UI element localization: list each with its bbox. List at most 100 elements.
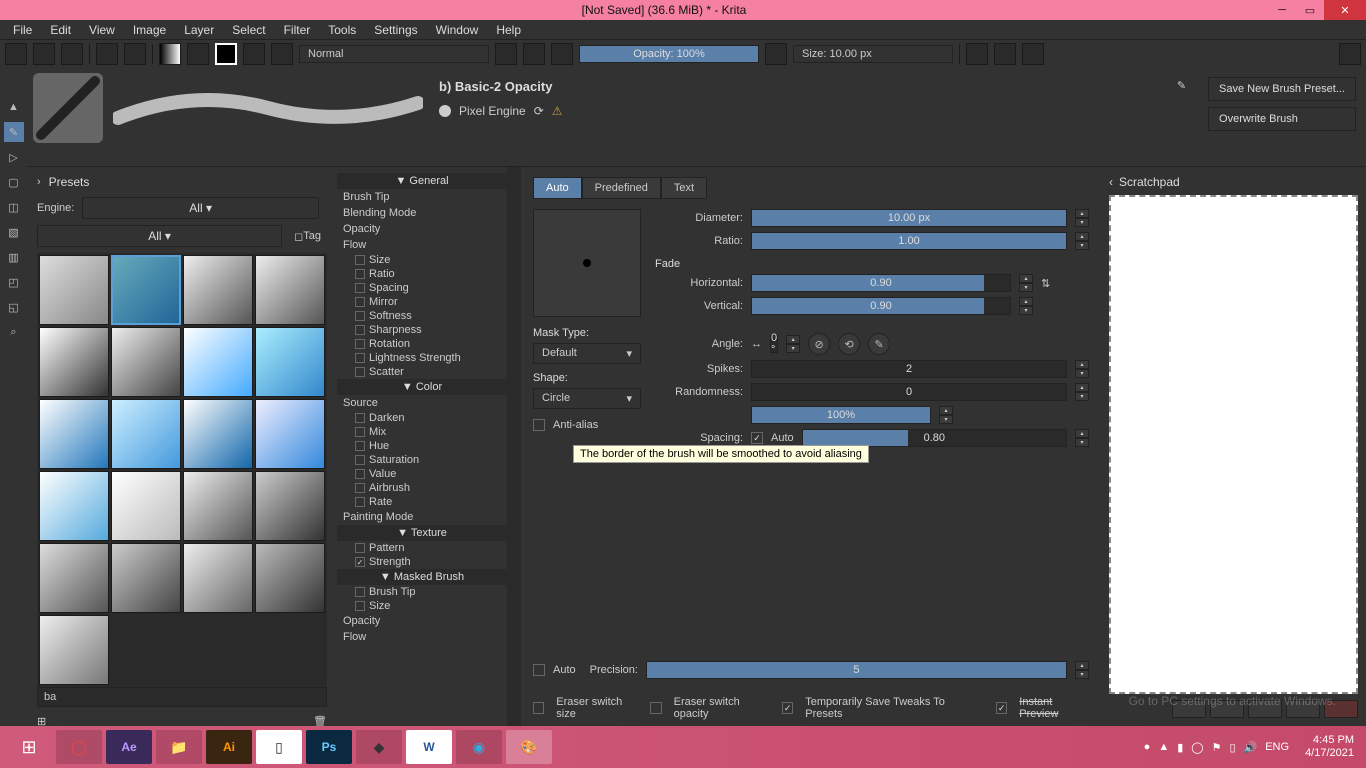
menu-settings[interactable]: Settings: [366, 21, 425, 39]
angle-lock-icon[interactable]: ✎: [868, 333, 890, 355]
new-button[interactable]: [5, 43, 27, 65]
precision-spinner[interactable]: ▴▾: [1075, 661, 1089, 679]
tab-auto[interactable]: Auto: [533, 177, 582, 199]
spacing-spinner[interactable]: ▴▾: [1075, 429, 1089, 447]
save-button[interactable]: [61, 43, 83, 65]
scratchpad-gradient-icon[interactable]: [1248, 700, 1282, 718]
precision-auto-checkbox[interactable]: [533, 664, 545, 676]
link-icon[interactable]: ⇅: [1041, 277, 1057, 290]
brush-button[interactable]: [243, 43, 265, 65]
start-button[interactable]: ⊞: [6, 730, 52, 764]
tree-item[interactable]: Mix: [337, 425, 507, 439]
scratchpad-collapse-icon[interactable]: ‹: [1109, 175, 1113, 189]
fill-tool[interactable]: ▧: [4, 222, 24, 242]
preset-item[interactable]: [39, 399, 109, 469]
pattern-button[interactable]: [187, 43, 209, 65]
taskbar-word[interactable]: W: [406, 730, 452, 764]
tag-combo[interactable]: All ▾: [37, 225, 282, 247]
tray-icon[interactable]: ●: [1144, 741, 1151, 753]
taskbar-inkscape[interactable]: ◆: [356, 730, 402, 764]
vertical-slider[interactable]: 0.90: [751, 297, 1011, 315]
delete-preset-icon[interactable]: 🗑: [313, 715, 327, 726]
tree-item[interactable]: Brush Tip: [337, 585, 507, 599]
instant-preview-checkbox[interactable]: [996, 702, 1007, 714]
close-button[interactable]: ✕: [1324, 0, 1366, 20]
menu-view[interactable]: View: [81, 21, 123, 39]
gradient-button[interactable]: [159, 43, 181, 65]
tree-item[interactable]: Pattern: [337, 541, 507, 555]
undo-button[interactable]: [96, 43, 118, 65]
preset-filter-input[interactable]: [37, 687, 327, 707]
eraser-opacity-checkbox[interactable]: [650, 702, 661, 714]
tree-item[interactable]: Source: [337, 395, 507, 411]
tree-item[interactable]: Brush Tip: [337, 189, 507, 205]
tag-button[interactable]: ◻ Tag: [288, 225, 327, 247]
zoom-tool[interactable]: ⌕: [4, 322, 24, 342]
preset-item[interactable]: [183, 327, 253, 397]
tree-item[interactable]: Lightness Strength: [337, 351, 507, 365]
menu-image[interactable]: Image: [125, 21, 174, 39]
ratio-slider[interactable]: 1.00: [751, 232, 1067, 250]
preset-item[interactable]: [255, 471, 325, 541]
taskbar-app-blue[interactable]: ◉: [456, 730, 502, 764]
engine-combo[interactable]: All ▾: [82, 197, 319, 219]
preset-item[interactable]: [255, 327, 325, 397]
tree-item[interactable]: Flow: [337, 629, 507, 645]
menu-edit[interactable]: Edit: [42, 21, 79, 39]
preset-item[interactable]: [39, 615, 109, 685]
tray-volume-icon[interactable]: 🔊: [1244, 741, 1258, 754]
angle-reset-icon[interactable]: ⊘: [808, 333, 830, 355]
tree-item[interactable]: Painting Mode: [337, 509, 507, 525]
scratchpad-reset-icon[interactable]: [1286, 700, 1320, 718]
mirror-h-button[interactable]: [966, 43, 988, 65]
workspace-button[interactable]: [1339, 43, 1361, 65]
tray-battery-icon[interactable]: ▯: [1229, 741, 1235, 754]
tree-item[interactable]: Saturation: [337, 453, 507, 467]
crop-tool[interactable]: ▢: [4, 172, 24, 192]
preset-item[interactable]: [255, 543, 325, 613]
preset-item[interactable]: [183, 399, 253, 469]
line-tool[interactable]: ▷: [4, 147, 24, 167]
taskbar-explorer[interactable]: 📁: [156, 730, 202, 764]
tree-item[interactable]: Opacity: [337, 613, 507, 629]
preset-item[interactable]: [39, 471, 109, 541]
size-slider[interactable]: Size: 10.00 px: [793, 45, 953, 63]
rename-icon[interactable]: ✎: [1177, 79, 1186, 92]
tree-item[interactable]: Rate: [337, 495, 507, 509]
maximize-button[interactable]: ▭: [1296, 0, 1324, 20]
tree-item[interactable]: Strength: [337, 555, 507, 569]
preset-item[interactable]: [111, 543, 181, 613]
brush-preset-button[interactable]: [271, 43, 293, 65]
diameter-slider[interactable]: 10.00 px: [751, 209, 1067, 227]
brush-tool[interactable]: ✎: [4, 122, 24, 142]
mirror-v-button[interactable]: [994, 43, 1016, 65]
menu-file[interactable]: File: [5, 21, 40, 39]
move-tool[interactable]: ▲: [4, 97, 24, 117]
spacing-auto-checkbox[interactable]: [751, 432, 763, 444]
taskbar-ps[interactable]: Ps: [306, 730, 352, 764]
angle-value[interactable]: 0 °: [770, 335, 778, 353]
preset-item[interactable]: [111, 327, 181, 397]
alpha-lock-button[interactable]: [523, 43, 545, 65]
save-new-preset-button[interactable]: Save New Brush Preset...: [1208, 77, 1356, 101]
preset-item[interactable]: [39, 327, 109, 397]
add-preset-icon[interactable]: ⊞: [37, 715, 46, 726]
menu-help[interactable]: Help: [488, 21, 529, 39]
preset-item[interactable]: [39, 255, 109, 325]
taskbar-clock[interactable]: 4:45 PM 4/17/2021: [1305, 734, 1354, 760]
scratchpad-fill-icon[interactable]: [1210, 700, 1244, 718]
tree-item[interactable]: Sharpness: [337, 323, 507, 337]
density-slider[interactable]: 100%: [751, 406, 931, 424]
collapse-icon[interactable]: ›: [37, 176, 41, 188]
scratchpad-clear-icon[interactable]: [1324, 700, 1358, 718]
select-tool[interactable]: ◰: [4, 272, 24, 292]
transform-tool[interactable]: ◫: [4, 197, 24, 217]
density-spinner[interactable]: ▴▾: [939, 406, 953, 424]
tray-shield-icon[interactable]: ▲: [1158, 741, 1169, 753]
preset-item[interactable]: [183, 471, 253, 541]
tree-item[interactable]: Size: [337, 599, 507, 613]
taskbar-ae[interactable]: Ae: [106, 730, 152, 764]
system-tray[interactable]: ● ▲ ▮ ◯ ⚑ ▯ 🔊 ENG 4:45 PM 4/17/2021: [1144, 734, 1360, 760]
tree-item[interactable]: Mirror: [337, 295, 507, 309]
temp-save-checkbox[interactable]: [782, 702, 793, 714]
